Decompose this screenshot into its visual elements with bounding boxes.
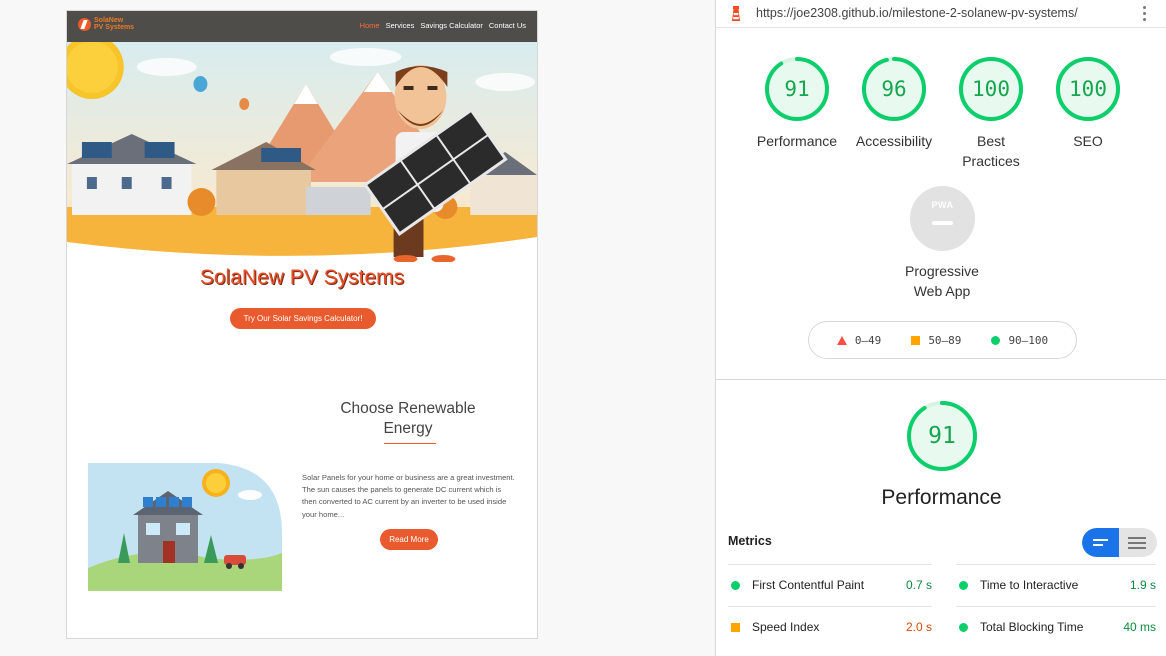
read-more-button[interactable]: Read More (380, 529, 438, 550)
nav-contact-us[interactable]: Contact Us (489, 21, 526, 30)
hero-illustration (67, 42, 537, 262)
more-menu-icon[interactable] (1143, 6, 1146, 21)
pass-circle-icon (959, 623, 968, 632)
pass-circle-icon (959, 581, 968, 590)
gauge-performance-large: 91 (906, 400, 978, 472)
compact-view-button[interactable] (1082, 528, 1119, 557)
score-label-seo: SEO (1073, 133, 1103, 149)
average-square-icon (911, 335, 921, 345)
pwa-badge[interactable]: PWA (910, 186, 975, 251)
score-label-accessibility: Accessibility (855, 133, 933, 149)
metric-name: Time to Interactive (980, 578, 1079, 592)
legend-average: 50–89 (928, 333, 962, 347)
score-value: 91 (784, 77, 810, 101)
site-logo[interactable]: SolaNew PV Systems (78, 17, 134, 31)
metric-speed-index[interactable]: Speed Index 2.0 s (728, 606, 932, 648)
nav-savings-calculator[interactable]: Savings Calculator (420, 21, 483, 30)
metrics-view-toggle[interactable] (1082, 528, 1157, 557)
section-divider (716, 379, 1166, 380)
gauge-accessibility[interactable]: 96 (861, 56, 927, 122)
savings-calculator-button[interactable]: Try Our Solar Savings Calculator! (230, 308, 376, 329)
logo-line1: SolaNew (94, 17, 124, 24)
score-label-performance: Performance (756, 133, 838, 149)
gauge-best-practices[interactable]: 100 (958, 56, 1024, 122)
bolt-icon (78, 17, 91, 31)
nav-home[interactable]: Home (360, 21, 380, 30)
score-label-best-practices: Best Practices (962, 133, 1020, 169)
pwa-label: Progressive Web App (905, 263, 979, 299)
solar-house-illustration (88, 463, 282, 591)
site-preview: SolaNew PV Systems Home Services Savings… (66, 10, 538, 639)
report-topbar: https://joe2308.github.io/milestone-2-so… (716, 0, 1166, 28)
section-title: Choose Renewable Energy (340, 400, 476, 437)
metric-value: 40 ms (1123, 620, 1156, 634)
metric-time-to-interactive[interactable]: Time to Interactive 1.9 s (956, 564, 1156, 606)
section-body-text: Solar Panels for your home or business a… (302, 473, 515, 519)
score-legend: 0–49 50–89 90–100 (808, 321, 1077, 359)
lighthouse-icon (732, 6, 740, 21)
legend-pass: 90–100 (1008, 333, 1049, 347)
legend-fail: 0–49 (854, 333, 882, 347)
gauge-performance[interactable]: 91 (764, 56, 830, 122)
metric-name: Total Blocking Time (980, 620, 1084, 634)
pass-circle-icon (991, 335, 1001, 345)
pass-circle-icon (731, 581, 740, 590)
metric-name: Speed Index (752, 620, 820, 634)
site-title: SolaNew PV Systems (199, 266, 405, 289)
metric-first-contentful-paint[interactable]: First Contentful Paint 0.7 s (728, 564, 932, 606)
score-value: 91 (928, 423, 956, 449)
metric-value: 2.0 s (905, 620, 932, 634)
metric-name: First Contentful Paint (752, 578, 865, 592)
fail-triangle-icon (836, 335, 847, 345)
score-value: 96 (881, 77, 907, 101)
site-navbar: SolaNew PV Systems Home Services Savings… (67, 11, 537, 42)
pwa-dash-icon (932, 221, 953, 225)
section-divider (384, 443, 436, 444)
lighthouse-report: https://joe2308.github.io/milestone-2-so… (715, 0, 1166, 656)
report-url[interactable]: https://joe2308.github.io/milestone-2-so… (756, 6, 1078, 20)
score-value: 100 (972, 77, 1010, 101)
expanded-view-icon[interactable] (1128, 537, 1146, 549)
metric-total-blocking-time[interactable]: Total Blocking Time 40 ms (956, 606, 1156, 648)
gauge-seo[interactable]: 100 (1055, 56, 1121, 122)
performance-heading: Performance (881, 486, 1002, 509)
score-value: 100 (1069, 77, 1107, 101)
logo-line2: PV Systems (94, 24, 135, 31)
average-square-icon (731, 623, 740, 632)
metric-value: 1.9 s (1129, 578, 1156, 592)
compact-view-icon (1093, 539, 1108, 546)
nav-services[interactable]: Services (386, 21, 415, 30)
metrics-heading: Metrics (728, 534, 772, 548)
metric-value: 0.7 s (905, 578, 932, 592)
pwa-icon: PWA (931, 200, 954, 210)
